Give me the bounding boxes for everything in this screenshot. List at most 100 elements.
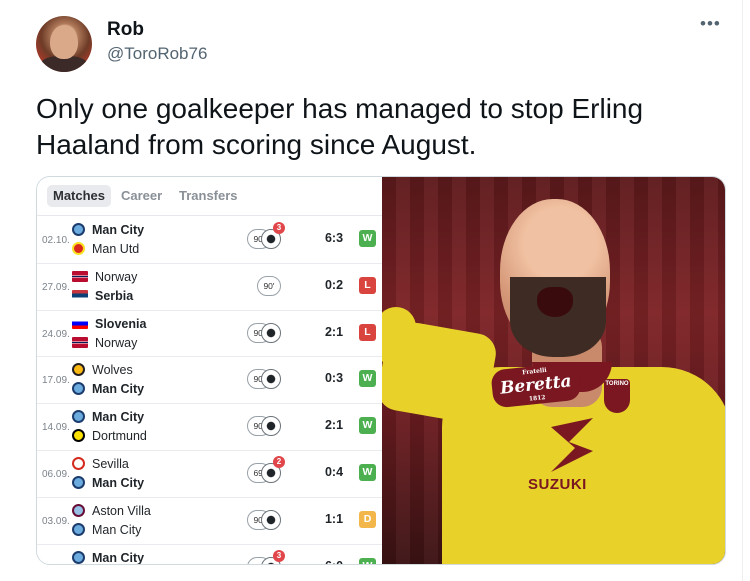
team-badge-icon — [72, 336, 88, 348]
club-crest: TORINO — [604, 379, 630, 413]
open-mouth — [537, 287, 573, 317]
team-label: Man City — [92, 475, 145, 490]
team-badge-icon — [72, 270, 88, 282]
team-badge-icon — [72, 289, 88, 301]
result-badge: D — [359, 510, 376, 528]
match-score: 0:3 — [324, 371, 344, 386]
team-label: Norway — [95, 335, 138, 350]
result-badge: W — [359, 557, 376, 564]
match-row: 02.10. Man City Man Utd 90' 3 6:3 W — [37, 217, 382, 264]
match-row: 06.09. Sevilla Man City 69' 2 0:4 W — [37, 451, 382, 498]
team-badge-icon — [72, 522, 85, 536]
team-name: Man City — [72, 380, 144, 398]
match-score: 6:0 — [319, 559, 349, 564]
avatar-face — [50, 25, 78, 59]
match-score: 2:1 — [324, 324, 344, 339]
shirt-sponsor-text: SUZUKI — [528, 476, 587, 493]
team-badge-icon — [72, 429, 85, 443]
team-badge-icon — [72, 503, 85, 517]
crest-text: TORINO — [605, 381, 629, 387]
football-icon — [261, 509, 281, 530]
match-score: 2:1 — [324, 418, 344, 433]
team-name: Norway — [72, 268, 137, 286]
team-label: Aston Villa — [92, 503, 151, 518]
goalkeeper-photo: Fratelli Beretta 1812 TORINO SUZUKI — [382, 177, 725, 564]
team-name: Man City — [72, 521, 141, 539]
team-label: Man City — [92, 522, 142, 537]
minutes-played: 90' — [257, 275, 281, 296]
tab-career: Career — [121, 188, 163, 203]
user-handle[interactable]: @ToroRob76 — [107, 44, 207, 64]
match-date: 02.10. — [42, 235, 70, 246]
match-date: 06.09. — [42, 468, 70, 480]
team-name: Man City — [72, 221, 144, 239]
match-list: 02.10. Man City Man Utd 90' 3 6:3 W 27.09. Norwa… — [37, 217, 382, 564]
result-badge: W — [359, 463, 376, 481]
team-badge-icon — [72, 550, 85, 564]
match-row: 24.09. Slovenia Norway 90' 2:1 L — [37, 311, 382, 358]
more-options-icon[interactable]: ••• — [700, 14, 721, 34]
match-row: 17.09. Wolves Man City 90' 0:3 W — [37, 357, 382, 405]
tab-matches: Matches — [47, 185, 112, 207]
team-label: Wolves — [92, 363, 133, 378]
match-row: 14.09. Man City Dortmund 90' 2:1 W — [37, 404, 382, 451]
team-name: Man City — [72, 408, 144, 426]
team-name: Slovenia — [72, 315, 146, 333]
match-score: 6:3 — [324, 231, 344, 245]
team-label: Man Utd — [92, 242, 140, 256]
team-badge-icon — [72, 382, 85, 396]
team-name: Man City — [72, 549, 144, 564]
football-icon — [261, 322, 281, 343]
team-label: Dortmund — [92, 429, 147, 444]
team-badge-icon — [72, 363, 85, 377]
team-name: Serbia — [72, 287, 133, 305]
match-date: 24.09. — [42, 328, 70, 340]
match-score: 0:2 — [324, 277, 344, 292]
team-badge-icon — [72, 223, 85, 236]
team-badge-icon — [72, 317, 88, 329]
match-date: 14.09. — [42, 422, 70, 434]
result-badge: W — [359, 230, 376, 247]
timeline-border — [742, 0, 743, 581]
team-name: Sevilla — [72, 455, 129, 473]
tweet-text: Only one goalkeeper has managed to stop … — [36, 93, 644, 160]
team-name: Aston Villa — [72, 502, 151, 520]
team-name: Man City — [72, 474, 144, 492]
match-date: 17.09. — [42, 375, 70, 387]
team-name: Dortmund — [72, 427, 147, 445]
team-label: Serbia — [95, 288, 134, 303]
result-badge: L — [359, 276, 376, 294]
tweet-media[interactable]: Matches Career Transfers 02.10. Man City M… — [36, 176, 726, 565]
team-label: Man City — [92, 382, 145, 397]
football-icon — [261, 369, 281, 390]
match-score: 1:1 — [324, 511, 344, 526]
team-label: Sevilla — [92, 456, 129, 471]
match-date: 03.09. — [42, 515, 70, 527]
avatar[interactable] — [36, 16, 92, 72]
goals-count-badge: 2 — [273, 455, 285, 468]
team-label: Man City — [92, 223, 145, 237]
result-badge: W — [359, 417, 376, 435]
result-badge: W — [359, 370, 376, 388]
team-name: Norway — [72, 334, 137, 352]
team-badge-icon — [72, 410, 85, 424]
team-badge-icon — [72, 456, 85, 470]
match-date: 27.09. — [42, 281, 70, 293]
team-name: Wolves — [72, 361, 133, 379]
goals-count-badge: 3 — [273, 222, 285, 234]
football-icon — [261, 416, 281, 437]
match-date: 31.08. — [42, 563, 70, 564]
team-badge-icon — [72, 242, 85, 255]
team-badge-icon — [72, 475, 85, 489]
tab-transfers: Transfers — [179, 188, 238, 203]
team-label: Norway — [95, 269, 138, 284]
stats-panel-screenshot: Matches Career Transfers 02.10. Man City M… — [37, 177, 382, 564]
match-score: 0:4 — [324, 464, 344, 479]
display-name[interactable]: Rob — [107, 19, 144, 41]
match-row: 03.09. Aston Villa Man City 90' 1:1 D — [37, 498, 382, 545]
team-label: Man City — [92, 410, 145, 425]
stats-tabs: Matches Career Transfers — [37, 177, 382, 216]
glove — [382, 307, 416, 367]
goals-count-badge: 3 — [273, 549, 285, 562]
team-label: Slovenia — [95, 316, 147, 331]
